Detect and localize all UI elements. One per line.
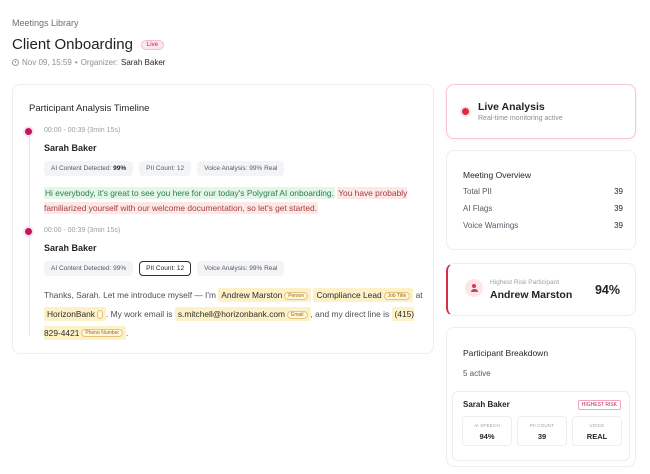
stat-label: PII COUNT bbox=[529, 423, 555, 428]
ai-content-label: AI Content Detected: bbox=[51, 165, 112, 172]
overview-label: Voice Warnings bbox=[463, 221, 519, 230]
overview-label: AI Flags bbox=[463, 204, 493, 213]
participant-name: Sarah Baker bbox=[463, 400, 510, 409]
stat-value: 39 bbox=[537, 432, 547, 441]
page-header: Client Onboarding Live bbox=[12, 36, 164, 53]
entry-chips: AI Content Detected: 99% PII Count: 12 V… bbox=[44, 261, 424, 276]
transcript-text: Thanks, Sarah. Let me introduce myself —… bbox=[44, 290, 216, 300]
entry-chips: AI Content Detected: 99% PII Count: 12 V… bbox=[44, 161, 424, 176]
organizer-label: Organizer: bbox=[80, 58, 118, 67]
entity-type-tag: Job Title bbox=[383, 291, 411, 300]
entry-speaker: Sarah Baker bbox=[44, 143, 97, 153]
breakdown-title: Participant Breakdown bbox=[463, 348, 549, 358]
highest-risk-label: Highest Risk Participant bbox=[490, 279, 559, 286]
entry-transcript: Hi everybody, it's great to see you here… bbox=[44, 186, 424, 215]
pii-email-entity[interactable]: s.mitchell@horizonbank.com Email bbox=[174, 306, 311, 321]
ai-content-value: 99% bbox=[113, 165, 127, 172]
entry-speaker: Sarah Baker bbox=[44, 243, 97, 253]
pii-count-stat: PII COUNT 39 bbox=[517, 416, 567, 446]
timeline-marker-icon bbox=[25, 228, 32, 235]
ai-detected-segment: Hi everybody, it's great to see you here… bbox=[44, 187, 335, 199]
transcript-text: . bbox=[126, 327, 129, 338]
voice-stat: VOICE REAL bbox=[572, 416, 622, 446]
live-indicator-icon bbox=[462, 108, 469, 115]
entry-transcript: Thanks, Sarah. Let me introduce myself —… bbox=[44, 286, 424, 342]
pii-count-chip[interactable]: PII Count: 12 bbox=[139, 261, 192, 276]
highest-risk-name: Andrew Marston bbox=[490, 289, 573, 301]
stat-label: VOICE bbox=[589, 423, 605, 428]
ai-content-chip[interactable]: AI Content Detected: 99% bbox=[44, 161, 134, 176]
overview-value: 39 bbox=[614, 187, 623, 196]
timeline-entry: 00:00 - 00:39 (3min 15s) Sarah Baker AI … bbox=[44, 227, 424, 342]
entity-text: Compliance Lead bbox=[316, 290, 382, 300]
timeline-title: Participant Analysis Timeline bbox=[29, 103, 150, 114]
meeting-meta: Nov 09, 15:59 • Organizer: Sarah Baker bbox=[12, 58, 165, 67]
pii-person-entity[interactable]: Andrew Marston Person bbox=[218, 288, 312, 302]
participant-breakdown-card: Participant Breakdown 5 active Sarah Bak… bbox=[446, 327, 636, 467]
overview-row: AI Flags 39 bbox=[463, 204, 623, 213]
overview-row: Total PII 39 bbox=[463, 187, 623, 196]
ai-speech-stat: AI SPEECH 94% bbox=[462, 416, 512, 446]
clock-icon bbox=[12, 59, 19, 66]
transcript-text: . My work email is bbox=[105, 308, 173, 319]
overview-value: 39 bbox=[614, 221, 623, 230]
timeline-entry: 00:00 - 00:39 (3min 15s) Sarah Baker AI … bbox=[44, 127, 424, 215]
timeline-marker-icon bbox=[25, 128, 32, 135]
entity-text: s.mitchell@horizonbank.com bbox=[177, 308, 286, 319]
transcript-text: at bbox=[415, 290, 423, 300]
meeting-overview-card: Meeting Overview Total PII 39 AI Flags 3… bbox=[446, 150, 636, 250]
overview-label: Total PII bbox=[463, 187, 492, 196]
user-avatar-icon bbox=[465, 279, 483, 297]
meta-separator: • bbox=[74, 58, 78, 67]
participant-analysis-timeline: Participant Analysis Timeline 00:00 - 00… bbox=[12, 84, 434, 354]
live-analysis-card: Live Analysis Real-time monitoring activ… bbox=[446, 84, 636, 139]
overview-row: Voice Warnings 39 bbox=[463, 221, 623, 230]
entity-type-tag bbox=[96, 310, 103, 320]
overview-value: 39 bbox=[614, 204, 623, 213]
pii-organization-entity[interactable]: HorizonBank bbox=[44, 306, 106, 321]
ai-content-chip[interactable]: AI Content Detected: 99% bbox=[44, 261, 134, 276]
breadcrumb[interactable]: Meetings Library bbox=[12, 18, 79, 28]
meeting-datetime: Nov 09, 15:59 bbox=[22, 58, 72, 67]
pii-count-chip[interactable]: PII Count: 12 bbox=[139, 161, 192, 176]
stat-value: REAL bbox=[586, 432, 608, 441]
overview-title: Meeting Overview bbox=[463, 170, 532, 180]
entity-text: HorizonBank bbox=[47, 308, 95, 319]
organizer-name: Sarah Baker bbox=[120, 58, 166, 67]
entity-type-tag: Phone Number bbox=[81, 329, 124, 338]
voice-analysis-chip[interactable]: Voice Analysis: 99% Real bbox=[197, 261, 285, 276]
highest-risk-badge: HIGHEST RISK bbox=[577, 400, 621, 410]
entity-type-tag: Person bbox=[284, 291, 309, 300]
highest-risk-percent: 94% bbox=[594, 283, 620, 297]
live-analysis-title: Live Analysis bbox=[478, 101, 545, 113]
active-count: 5 active bbox=[463, 369, 491, 378]
pii-job-title-entity[interactable]: Compliance Lead Job Title bbox=[313, 288, 414, 302]
live-status-badge: Live bbox=[140, 39, 164, 50]
stat-value: 94% bbox=[479, 432, 495, 441]
transcript-text: , and my direct line is bbox=[310, 308, 390, 319]
entry-time: 00:00 - 00:39 (3min 15s) bbox=[44, 127, 121, 134]
live-analysis-subtitle: Real-time monitoring active bbox=[478, 115, 563, 122]
entity-text: Andrew Marston bbox=[221, 290, 283, 300]
entity-type-tag: Email bbox=[287, 310, 308, 319]
stat-label: AI SPEECH bbox=[474, 423, 500, 428]
voice-analysis-chip[interactable]: Voice Analysis: 99% Real bbox=[197, 161, 285, 176]
page-title: Client Onboarding bbox=[12, 36, 133, 53]
participant-card[interactable]: Sarah Baker HIGHEST RISK AI SPEECH 94% P… bbox=[452, 391, 630, 461]
highest-risk-card[interactable]: Highest Risk Participant Andrew Marston … bbox=[446, 263, 636, 316]
entry-time: 00:00 - 00:39 (3min 15s) bbox=[44, 227, 121, 234]
